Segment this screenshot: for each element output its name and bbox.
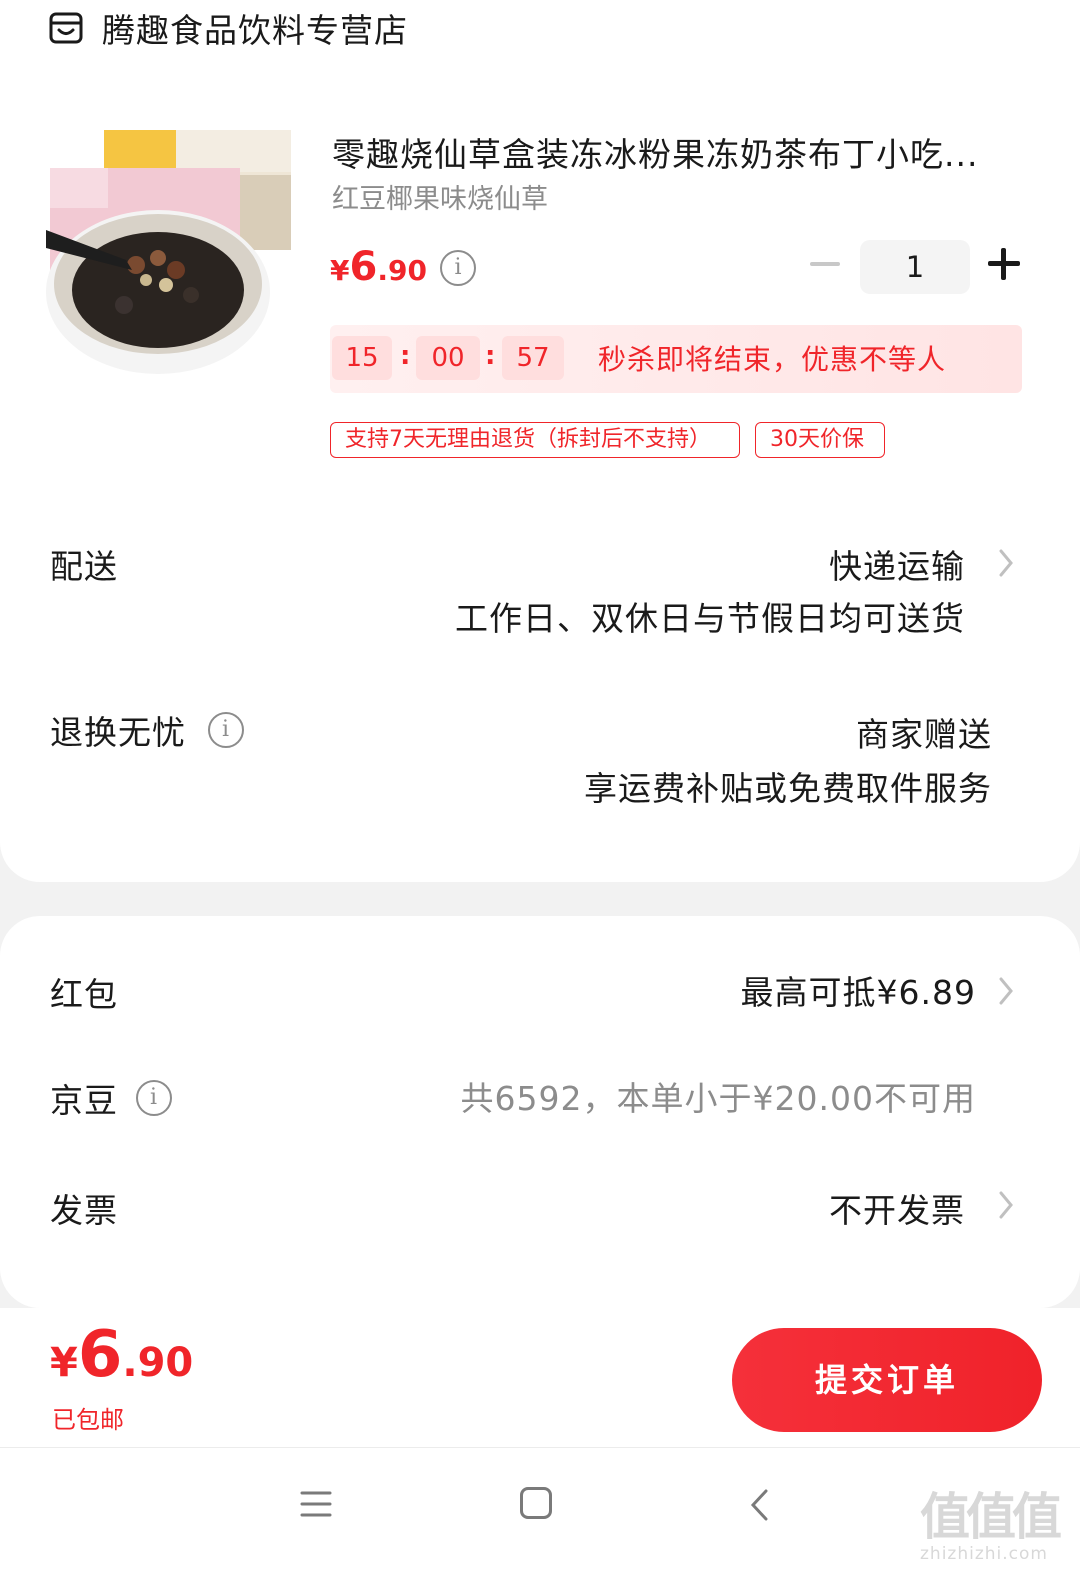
invoice-label: 发票	[50, 1191, 118, 1230]
chevron-right-icon[interactable]	[998, 976, 1014, 1006]
quantity-field[interactable]: 1	[860, 240, 970, 294]
product-price: ¥ 6 .90	[330, 244, 427, 290]
quantity-plus-button[interactable]	[988, 248, 1020, 280]
product-title[interactable]: 零趣烧仙草盒装冻冰粉果冻奶茶布丁小吃...	[332, 128, 1032, 176]
shipping-note: 已包邮	[52, 1406, 124, 1434]
returns-info-icon[interactable]: i	[208, 712, 244, 748]
total-currency: ¥	[50, 1340, 78, 1386]
returns-row: 退换无忧 i	[50, 706, 244, 754]
total-decimal: .90	[122, 1340, 194, 1386]
delivery-label: 配送	[50, 547, 118, 586]
red-packet-label: 红包	[50, 975, 118, 1014]
price-decimal: .90	[377, 254, 427, 287]
total-price: ¥ 6 .90	[50, 1318, 193, 1392]
price-currency: ¥	[330, 254, 350, 287]
jd-beans-row: 京豆 i	[50, 1074, 172, 1122]
price-integer: 6	[349, 244, 378, 290]
delivery-method[interactable]: 快递运输	[829, 540, 965, 588]
delivery-detail: 工作日、双休日与节假日均可送货	[455, 599, 965, 638]
watermark-url: zhizhizhi.com	[920, 1544, 1048, 1564]
flash-sale-text: 秒杀即将结束，优惠不等人	[598, 343, 947, 376]
watermark-logo: 值值值 zhizhizhi.com	[920, 1490, 1070, 1580]
product-image[interactable]	[46, 120, 296, 374]
countdown-separator: :	[400, 341, 411, 371]
price-info-icon[interactable]: i	[440, 250, 476, 286]
jd-beans-value: 共6592，本单小于¥20.00不可用	[460, 1079, 976, 1118]
submit-order-button[interactable]: 提交订单	[732, 1328, 1042, 1432]
returns-value: 商家赠送	[856, 715, 992, 754]
jd-beans-info-icon[interactable]: i	[136, 1080, 172, 1116]
returns-detail: 享运费补贴或免费取件服务	[584, 769, 992, 808]
countdown-separator: :	[485, 341, 496, 371]
quantity-minus-button[interactable]	[810, 262, 840, 266]
store-name: 腾趣食品饮料专营店	[102, 11, 408, 50]
chevron-right-icon[interactable]	[998, 548, 1014, 578]
chevron-right-icon[interactable]	[998, 1190, 1014, 1220]
back-icon[interactable]	[748, 1488, 772, 1522]
jd-beans-label: 京豆	[50, 1081, 118, 1120]
countdown-seconds: 57	[502, 336, 564, 380]
price-protect-tag: 30天价保	[755, 422, 885, 458]
returns-label: 退换无忧	[50, 713, 186, 752]
watermark-chars: 值值值	[920, 1488, 1062, 1546]
menu-icon[interactable]	[300, 1490, 332, 1518]
red-packet-value[interactable]: 最高可抵¥6.89	[741, 966, 976, 1014]
countdown-minutes: 00	[416, 336, 480, 380]
store-header[interactable]: 腾趣食品饮料专营店	[48, 6, 408, 50]
countdown-hours: 15	[332, 336, 392, 380]
product-variant[interactable]: 红豆椰果味烧仙草	[332, 177, 548, 216]
home-icon[interactable]	[520, 1487, 552, 1519]
total-integer: 6	[77, 1318, 123, 1392]
invoice-value[interactable]: 不开发票	[829, 1184, 965, 1232]
store-icon	[49, 12, 83, 44]
return-policy-tag: 支持7天无理由退货（拆封后不支持）	[330, 422, 740, 458]
